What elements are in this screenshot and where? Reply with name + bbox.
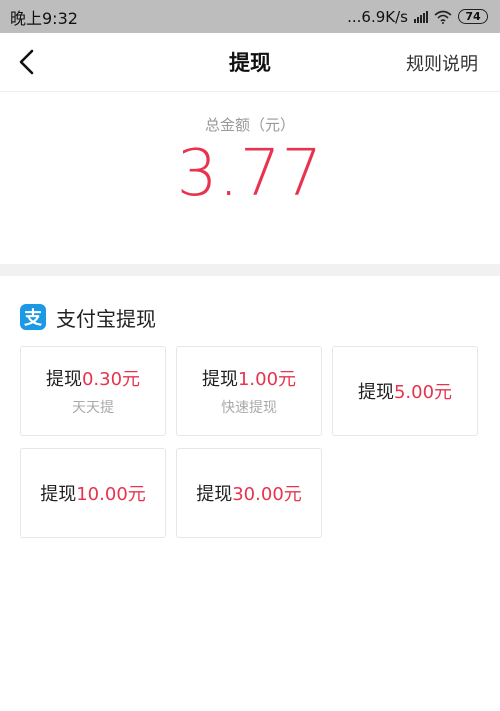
option-label: 提现0.30元: [46, 365, 140, 391]
option-subtitle: 快速提现: [221, 400, 277, 416]
status-icons: ...6.9K/s 74: [347, 8, 488, 26]
rules-link[interactable]: 规则说明: [406, 50, 478, 76]
status-bar: 晚上9:32 ...6.9K/s 74: [0, 0, 500, 33]
option-label: 提现1.00元: [202, 365, 296, 391]
balance-panel: 总金额（元） 3.77: [0, 92, 500, 264]
balance-label: 总金额（元）: [204, 116, 295, 134]
withdraw-option-30-00[interactable]: 提现30.00元: [176, 448, 322, 538]
option-amount: 30.00元: [232, 484, 302, 505]
option-label: 提现10.00元: [40, 480, 146, 506]
option-amount: 1.00元: [237, 369, 297, 390]
wifi-icon: [434, 10, 452, 24]
network-speed: ...6.9K/s: [347, 7, 408, 26]
withdraw-option-1-00[interactable]: 提现1.00元 快速提现: [176, 346, 322, 436]
balance-amount: 3.77: [176, 137, 324, 211]
nav-header: 提现 规则说明: [0, 33, 500, 92]
option-amount: 5.00元: [393, 382, 453, 403]
section-divider: [0, 264, 500, 276]
alipay-icon: 支: [20, 304, 46, 330]
status-time: 晚上9:32: [10, 8, 78, 28]
withdraw-option-10-00[interactable]: 提现10.00元: [20, 448, 166, 538]
option-prefix: 提现: [40, 484, 77, 505]
back-arrow-icon[interactable]: [14, 45, 44, 79]
option-subtitle: 天天提: [72, 400, 114, 416]
option-amount: 0.30元: [81, 369, 141, 390]
page-title: 提现: [229, 51, 271, 75]
withdraw-option-0-30[interactable]: 提现0.30元 天天提: [20, 346, 166, 436]
withdraw-options: 提现0.30元 天天提 提现1.00元 快速提现 提现5.00元 提现10.00…: [0, 346, 500, 538]
option-prefix: 提现: [196, 484, 233, 505]
option-prefix: 提现: [45, 369, 82, 390]
alipay-section-title: 支付宝提现: [56, 306, 156, 331]
option-prefix: 提现: [201, 369, 238, 390]
battery-icon: 74: [458, 9, 488, 24]
option-amount: 10.00元: [76, 484, 146, 505]
signal-icon: [414, 10, 428, 23]
withdraw-option-5-00[interactable]: 提现5.00元: [332, 346, 478, 436]
option-label: 提现30.00元: [196, 480, 302, 506]
option-label: 提现5.00元: [358, 378, 452, 404]
option-prefix: 提现: [357, 382, 394, 403]
